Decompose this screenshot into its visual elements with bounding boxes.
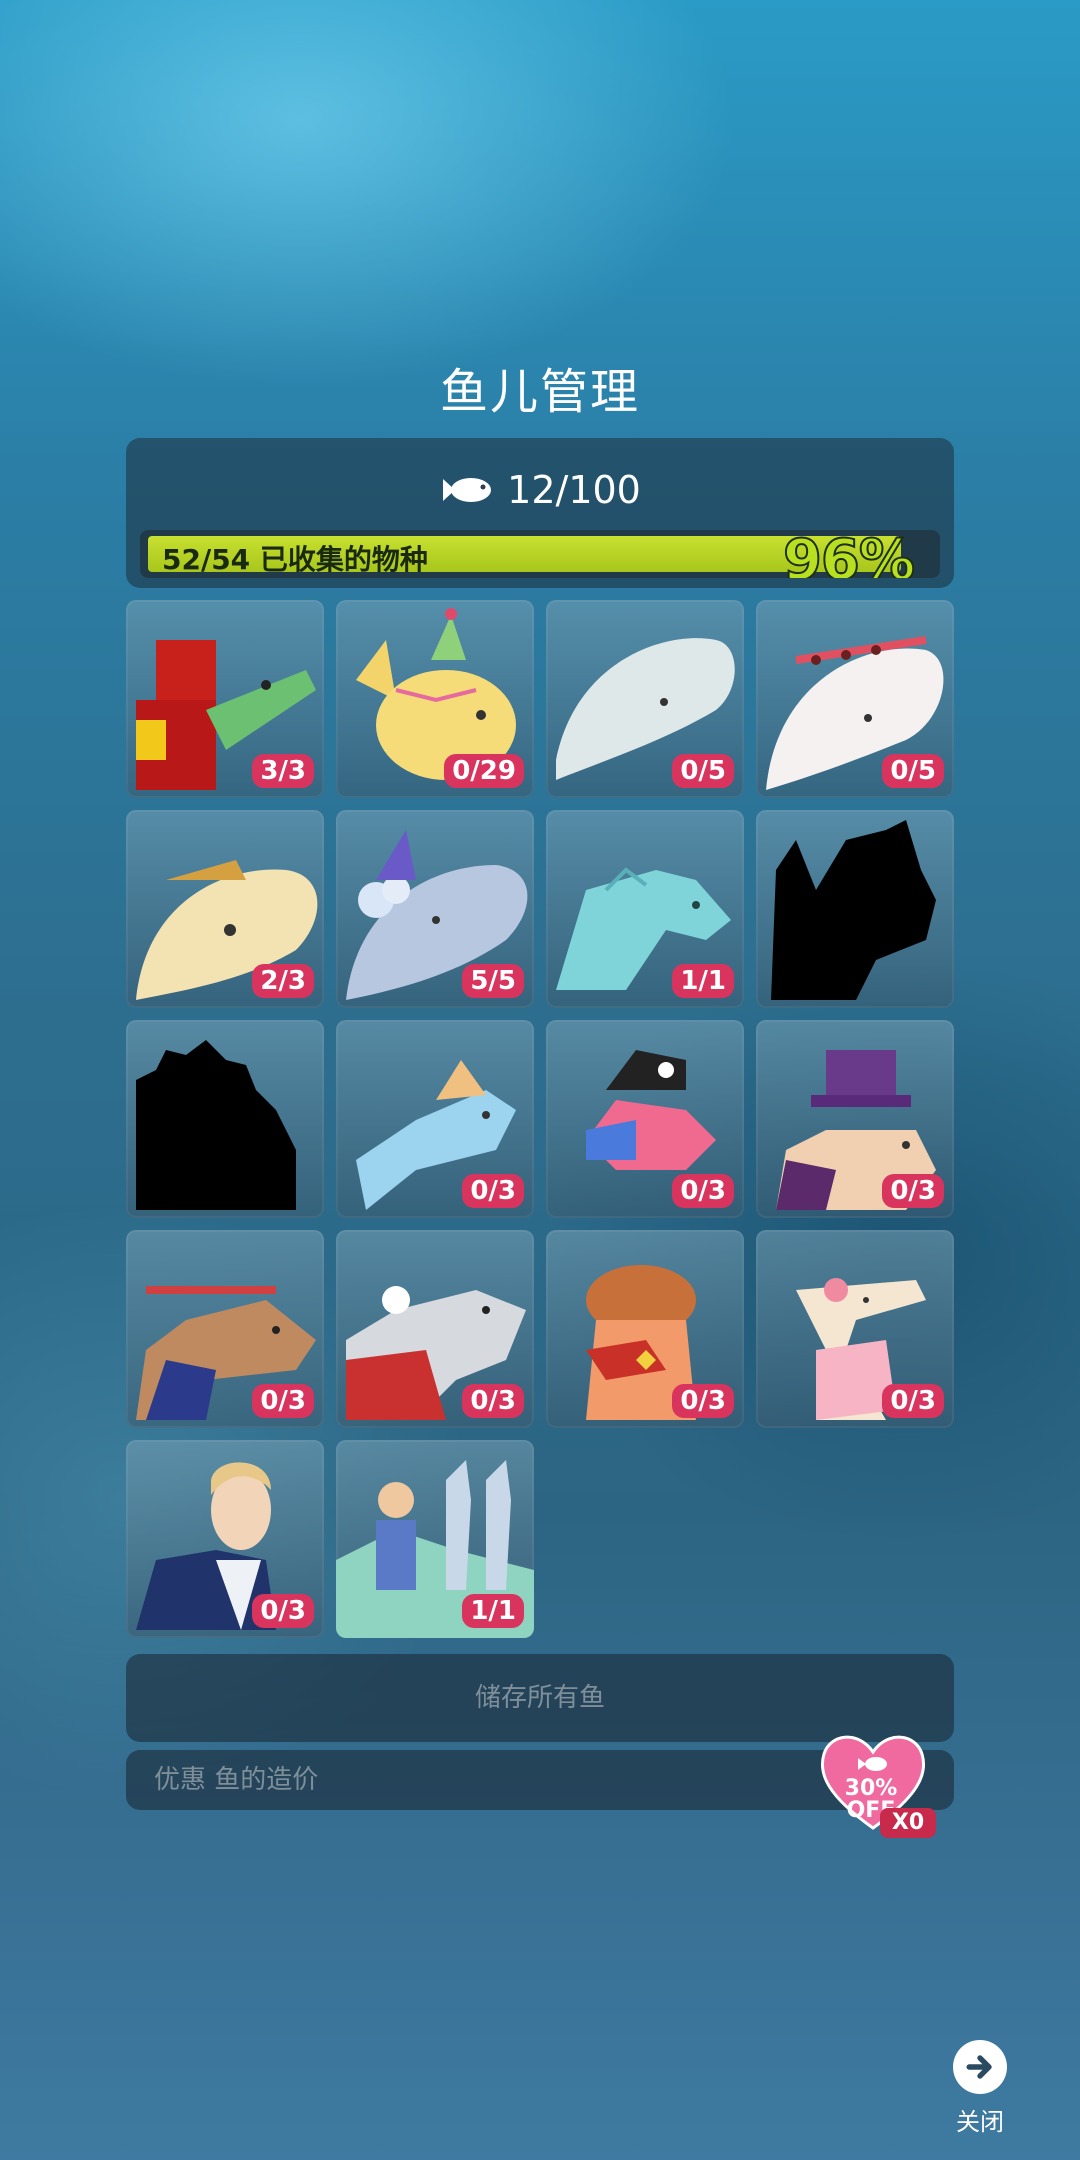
fish-card-poseidon-seahorses[interactable]: 1/1	[336, 1440, 534, 1638]
fish-count-text: 12/100	[507, 468, 641, 512]
arrow-right-icon	[966, 2055, 992, 2079]
fish-count-badge: 3/3	[252, 754, 314, 788]
fish-card-crocodile-guard[interactable]: 3/3	[126, 600, 324, 798]
fish-card-gentleman-walrus[interactable]: 0/3	[756, 1020, 954, 1218]
close-label: 关闭	[956, 2108, 1004, 2136]
progress-label: 52/54 已收集的物种	[162, 543, 428, 576]
close-button[interactable]: 关闭	[944, 2040, 1016, 2137]
discount-multiplier: X0	[880, 1808, 936, 1838]
fish-count-badge: 2/3	[252, 964, 314, 998]
fish-count-badge: 0/3	[252, 1594, 314, 1628]
fish-card-elf-character[interactable]: 0/3	[126, 1440, 324, 1638]
discount-heart-badge[interactable]: 30% OFF X0	[818, 1728, 940, 1840]
fish-card-cowboy-fish[interactable]: 0/3	[546, 1230, 744, 1428]
fish-card-sakura-creature[interactable]: 0/3	[756, 1230, 954, 1428]
fish-count-badge: 0/3	[252, 1384, 314, 1418]
fish-count-badge: 5/5	[462, 964, 524, 998]
discount-percent-text: 30%	[844, 1776, 898, 1801]
fish-card-pirate-fish[interactable]: 0/3	[546, 1020, 744, 1218]
discount-label: 优惠 鱼的造价	[154, 1765, 319, 1795]
progress-percent: 96%	[782, 530, 916, 578]
fish-card-party-sunfish[interactable]: 0/29	[336, 600, 534, 798]
species-progress-bar: 52/54 已收集的物种 96%	[140, 530, 940, 578]
fish-count-badge: 0/3	[462, 1174, 524, 1208]
fish-card-golden-whale[interactable]: 2/3	[126, 810, 324, 1008]
fish-count-badge: 1/1	[462, 1594, 524, 1628]
page-title: 鱼儿管理	[439, 364, 640, 420]
fish-count-badge: 0/3	[462, 1384, 524, 1418]
fish-card-locked-silhouette-2[interactable]	[126, 1020, 324, 1218]
fish-card-otter-hero[interactable]: 0/3	[126, 1230, 324, 1428]
fish-count-badge: 0/29	[444, 754, 524, 788]
fish-count-badge: 0/5	[672, 754, 734, 788]
fish-icon	[443, 478, 492, 502]
fish-card-locked-silhouette-1[interactable]	[756, 810, 954, 1008]
fish-grid: 3/3 0/29 0/5 0/5 2/3 5/5 1/1 0/3 0/3 0/3 0/3 0/3 0/3…	[126, 600, 956, 1638]
fish-count-badge: 0/3	[882, 1174, 944, 1208]
fish-count-badge: 0/3	[882, 1384, 944, 1418]
fish-count-badge: 0/3	[672, 1384, 734, 1418]
fish-card-festive-penguin[interactable]: 0/3	[336, 1230, 534, 1428]
fish-count-badge: 0/3	[672, 1174, 734, 1208]
fish-card-sperm-whale[interactable]: 0/5	[546, 600, 744, 798]
fish-card-aqua-dragon[interactable]: 1/1	[546, 810, 744, 1008]
fish-art	[136, 1040, 296, 1210]
collection-panel: 12/100 52/54 已收集的物种 96%	[126, 438, 954, 588]
fish-count-badge: 0/5	[882, 754, 944, 788]
fish-card-hat-fish[interactable]: 0/3	[336, 1020, 534, 1218]
fish-card-cake-whale[interactable]: 0/5	[756, 600, 954, 798]
fish-art	[771, 820, 936, 1000]
fish-count-badge: 1/1	[672, 964, 734, 998]
fish-count: 12/100	[126, 468, 954, 512]
fish-card-party-blue-whale[interactable]: 5/5	[336, 810, 534, 1008]
